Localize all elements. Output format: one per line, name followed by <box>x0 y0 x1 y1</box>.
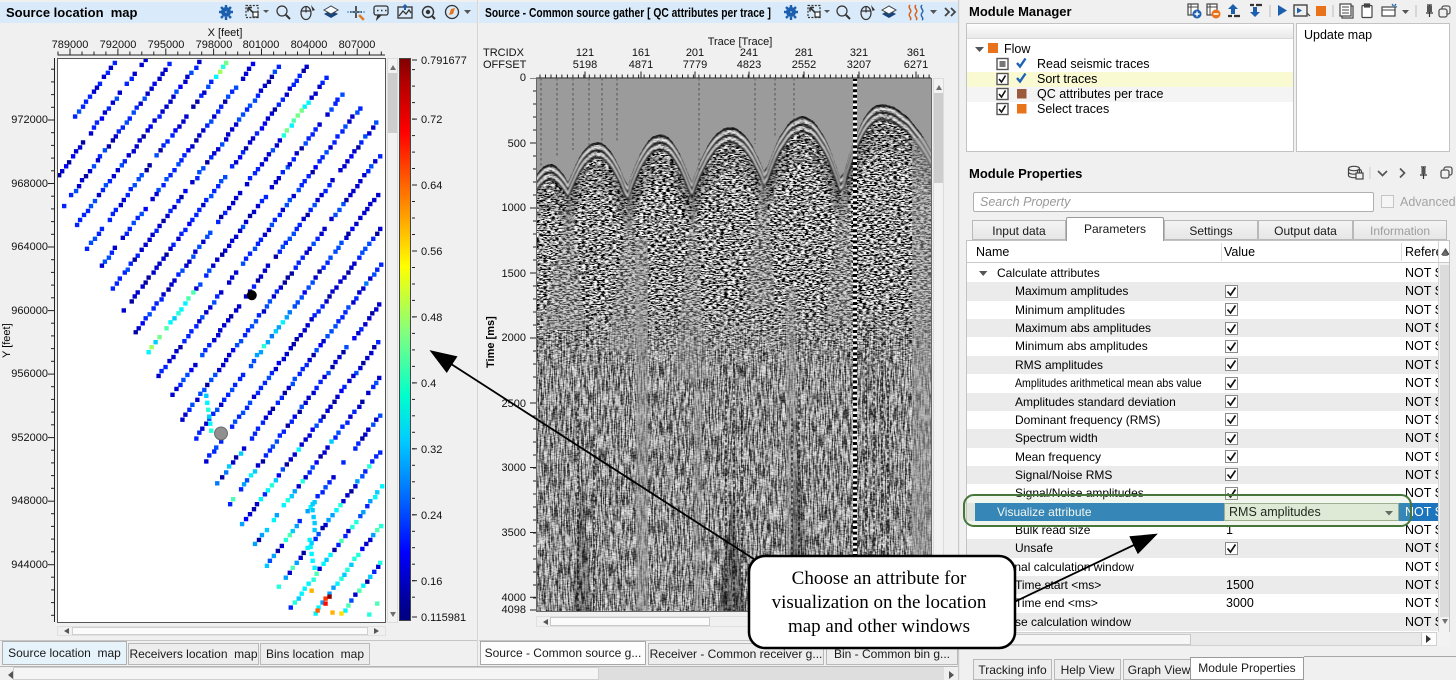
svg-text:Choose an attribute for: Choose an attribute for <box>792 568 967 589</box>
svg-text:map and other windows: map and other windows <box>788 616 970 637</box>
svg-text:visualization on the location: visualization on the location <box>772 592 987 613</box>
